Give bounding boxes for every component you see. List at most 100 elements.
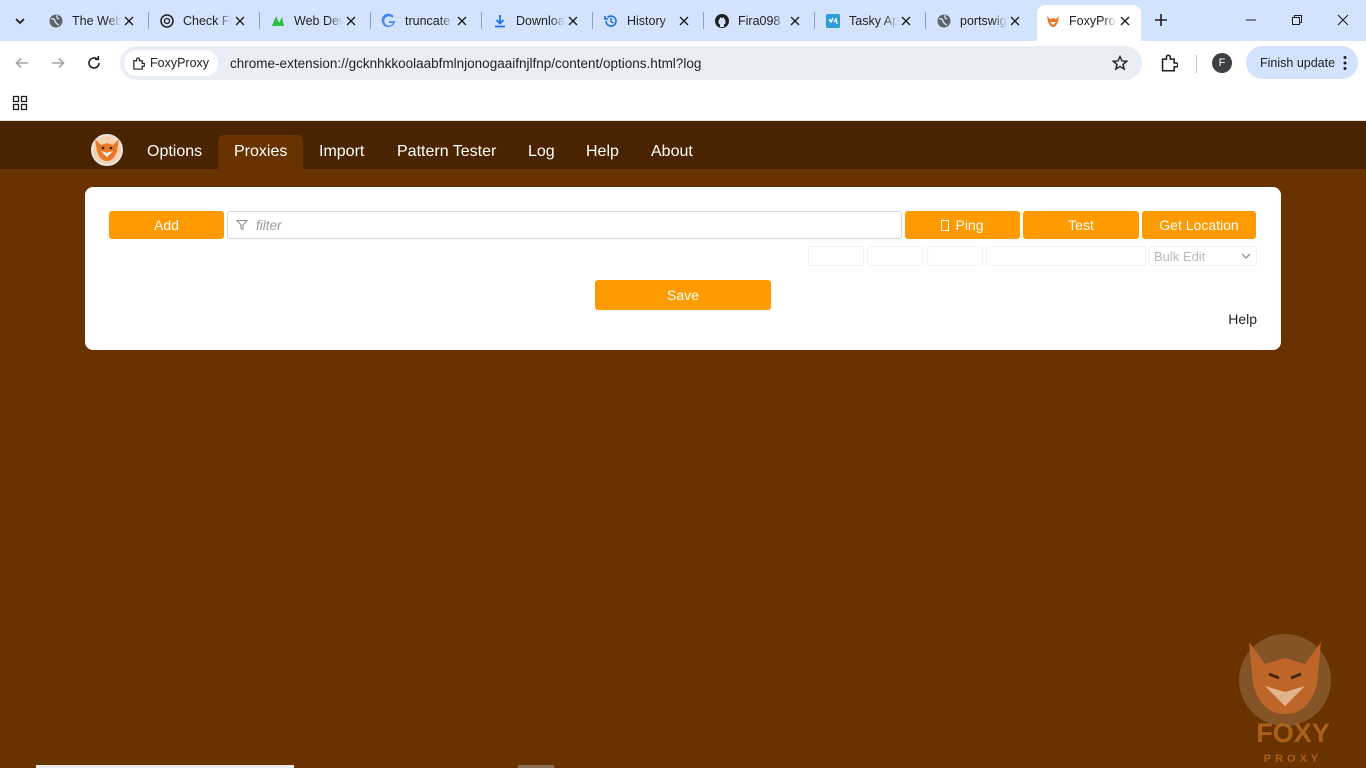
tab-title: The Web xyxy=(72,13,121,28)
globe-icon xyxy=(48,13,64,29)
get-location-button[interactable]: Get Location xyxy=(1142,211,1256,239)
finish-update-button[interactable]: Finish update xyxy=(1246,46,1358,79)
close-window-button[interactable] xyxy=(1320,0,1366,40)
tab-title: Check Fix xyxy=(183,13,232,28)
close-icon[interactable] xyxy=(454,13,470,29)
tasky-icon xyxy=(825,13,841,29)
back-button[interactable] xyxy=(8,49,36,77)
arrow-right-icon xyxy=(52,57,65,69)
nav-log[interactable]: Log xyxy=(512,135,571,169)
reload-icon xyxy=(88,56,100,69)
tab-web-dev[interactable]: Web Dev xyxy=(262,6,367,35)
bookmark-star-button[interactable] xyxy=(1110,53,1130,73)
more-vert-icon xyxy=(1343,56,1347,70)
tab-check-fix[interactable]: Check Fix xyxy=(151,6,256,35)
tab-separator xyxy=(814,12,815,29)
nav-pattern-tester[interactable]: Pattern Tester xyxy=(381,135,512,169)
bookmarks-bar xyxy=(0,85,1366,121)
close-icon[interactable] xyxy=(1007,13,1023,29)
tab-downloads[interactable]: Downloads xyxy=(484,6,589,35)
webdev-icon xyxy=(270,13,286,29)
restore-button[interactable] xyxy=(1274,0,1320,40)
tab-separator xyxy=(703,12,704,29)
placeholder-control xyxy=(808,246,864,266)
tab-title: History xyxy=(627,13,666,28)
star-icon xyxy=(1112,55,1128,71)
close-icon[interactable] xyxy=(898,13,914,29)
chevron-down-icon xyxy=(15,18,25,25)
close-icon[interactable] xyxy=(676,13,692,29)
minimize-icon xyxy=(1246,19,1256,21)
forward-button[interactable] xyxy=(44,49,72,77)
puzzle-icon xyxy=(133,56,145,70)
tab-title: Web Dev xyxy=(294,13,343,28)
bulk-edit-label: Bulk Edit xyxy=(1154,248,1206,264)
chevron-down-icon xyxy=(1241,253,1251,260)
browser-toolbar: FoxyProxy chrome-extension://gcknhkkoola… xyxy=(0,41,1366,85)
tab-strip: The Web Check Fix Web Dev truncate Downl… xyxy=(0,0,1366,41)
finish-update-label: Finish update xyxy=(1260,55,1336,70)
watermark-subtext: PROXY xyxy=(1264,753,1323,765)
tab-separator xyxy=(592,12,593,29)
tab-separator xyxy=(148,12,149,29)
tab-truncate[interactable]: truncate xyxy=(373,6,478,35)
tab-title: portswigger xyxy=(960,13,1007,28)
nav-about[interactable]: About xyxy=(635,135,709,169)
help-link[interactable]: Help xyxy=(1228,311,1257,327)
filter-icon xyxy=(236,220,248,231)
tab-the-web[interactable]: The Web xyxy=(40,6,145,35)
nav-proxies[interactable]: Proxies xyxy=(218,135,304,169)
ping-button[interactable]: Ping xyxy=(905,211,1020,239)
reload-button[interactable] xyxy=(80,49,108,77)
tab-github[interactable]: Fira098 xyxy=(706,6,811,35)
minimize-button[interactable] xyxy=(1228,0,1274,40)
ping-icon xyxy=(941,219,950,231)
bulk-edit-select[interactable]: Bulk Edit xyxy=(1149,246,1257,266)
close-icon[interactable] xyxy=(1117,13,1133,29)
watermark-text: FOXY xyxy=(1256,718,1330,748)
save-button[interactable]: Save xyxy=(595,280,771,310)
plus-icon xyxy=(1155,14,1167,26)
close-icon[interactable] xyxy=(121,13,137,29)
download-icon xyxy=(492,13,508,29)
tab-foxyproxy[interactable]: FoxyProxy xyxy=(1037,5,1141,41)
tab-title: Downloads xyxy=(516,13,565,28)
foxyproxy-logo xyxy=(90,133,124,167)
url-text: chrome-extension://gcknhkkoolaabfmlnjono… xyxy=(230,55,702,71)
openai-icon xyxy=(159,13,175,29)
tab-portswigger[interactable]: portswigger xyxy=(928,6,1031,35)
tab-tasky[interactable]: Tasky App xyxy=(817,6,922,35)
close-icon[interactable] xyxy=(343,13,359,29)
tab-title: FoxyProxy xyxy=(1069,13,1117,28)
puzzle-icon xyxy=(1161,54,1178,72)
google-icon xyxy=(381,13,397,29)
test-button[interactable]: Test xyxy=(1023,211,1139,239)
tab-history[interactable]: History xyxy=(595,6,700,35)
tab-title: Fira098 xyxy=(738,13,781,28)
add-button[interactable]: Add xyxy=(109,211,224,239)
ping-label: Ping xyxy=(955,217,984,233)
address-bar[interactable]: FoxyProxy chrome-extension://gcknhkkoola… xyxy=(120,46,1142,80)
foxyproxy-watermark-logo: FOXY PROXY xyxy=(1235,628,1345,768)
tab-separator xyxy=(481,12,482,29)
extension-chip[interactable]: FoxyProxy xyxy=(124,50,219,76)
tab-search-button[interactable] xyxy=(8,9,32,33)
apps-grid-icon[interactable] xyxy=(10,93,30,113)
close-icon[interactable] xyxy=(787,13,803,29)
placeholder-control xyxy=(986,246,1146,266)
tab-separator xyxy=(925,12,926,29)
profile-avatar[interactable]: F xyxy=(1212,53,1232,73)
close-icon[interactable] xyxy=(232,13,248,29)
foxyproxy-icon xyxy=(1045,13,1061,29)
filter-input[interactable]: filter xyxy=(227,211,902,239)
tab-title: Tasky App xyxy=(849,13,898,28)
close-icon[interactable] xyxy=(565,13,581,29)
restore-icon xyxy=(1292,15,1302,25)
extensions-button[interactable] xyxy=(1157,52,1181,74)
new-tab-button[interactable] xyxy=(1149,8,1173,32)
nav-options[interactable]: Options xyxy=(131,135,218,169)
close-icon xyxy=(1337,14,1349,26)
nav-import[interactable]: Import xyxy=(303,135,380,169)
placeholder-control xyxy=(867,246,923,266)
nav-help[interactable]: Help xyxy=(570,135,635,169)
